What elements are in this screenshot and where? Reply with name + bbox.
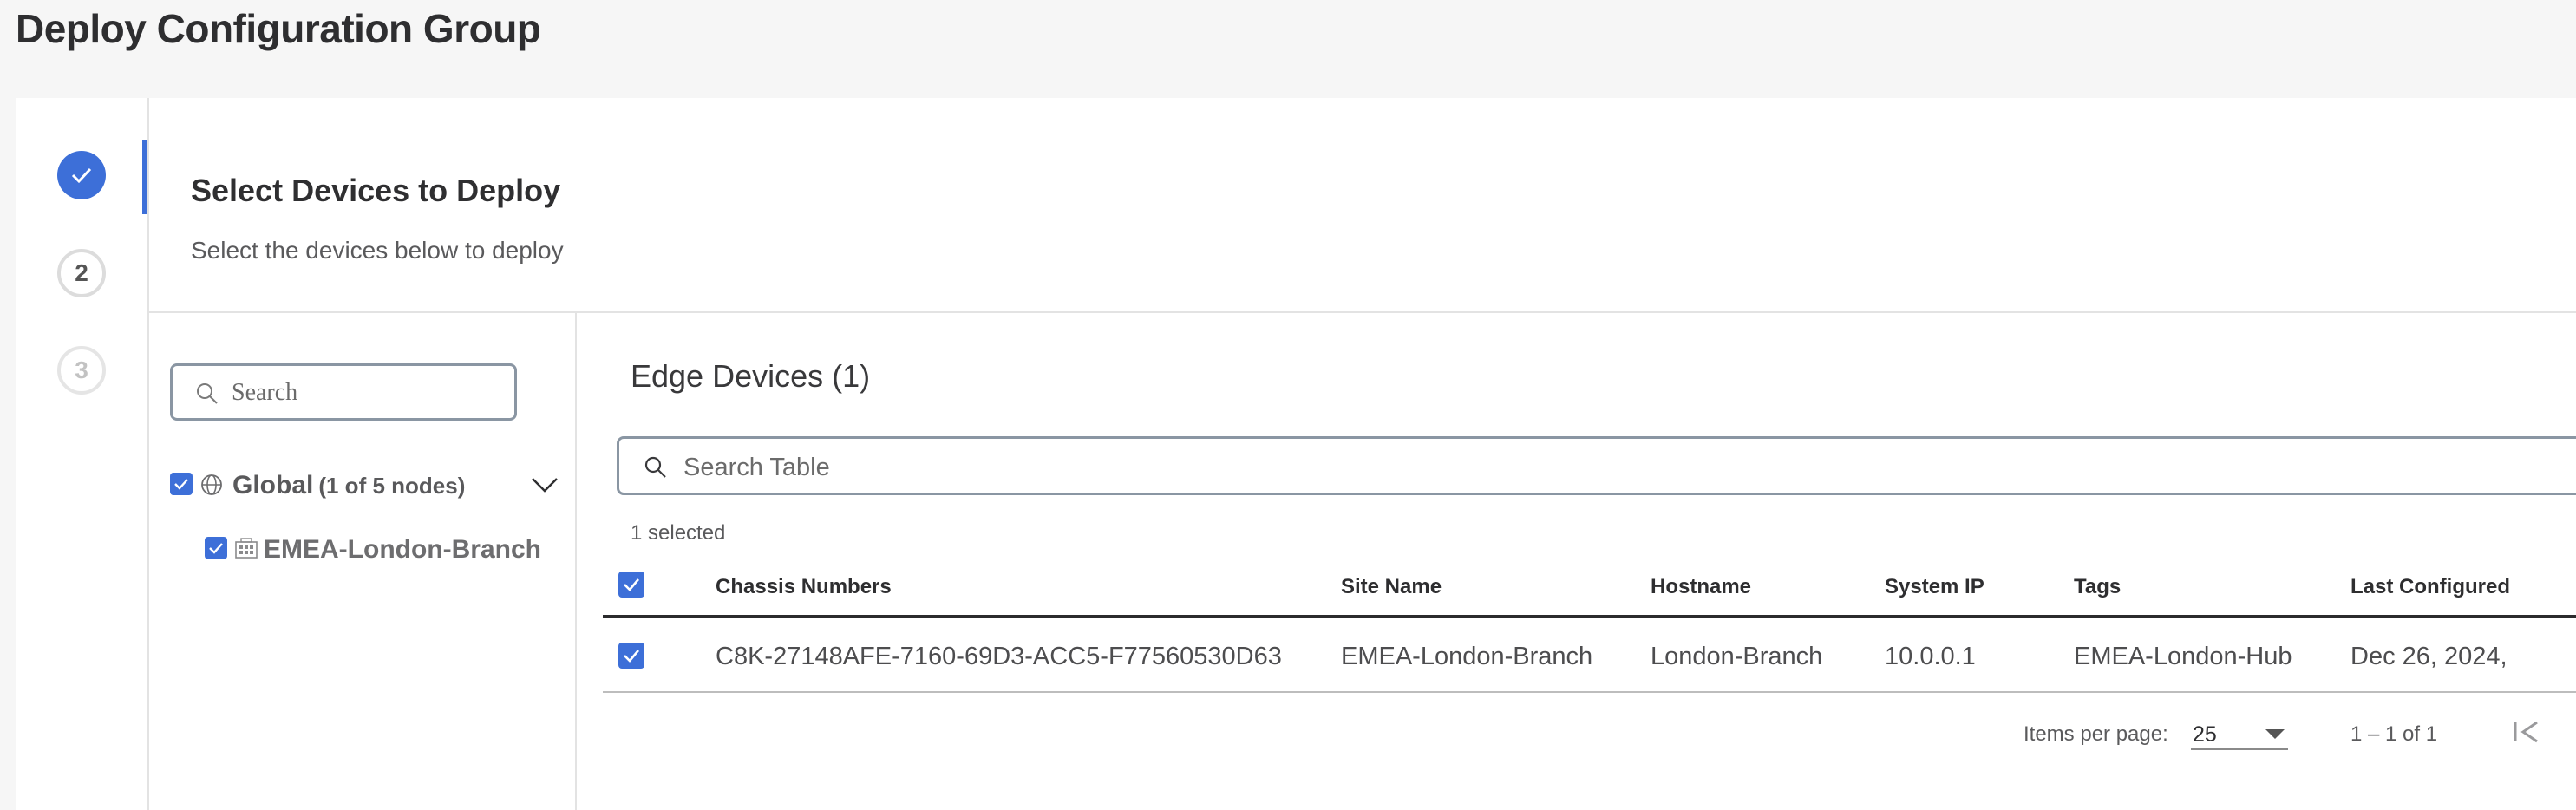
caret-down-icon	[2265, 729, 2285, 739]
check-icon	[624, 578, 639, 591]
check-icon	[209, 543, 223, 554]
site-tree-pane: Global(1 of 5 nodes) EMEA-Londo	[149, 313, 577, 810]
globe-icon	[201, 474, 222, 495]
cell-tags: EMEA-London-Hub	[2074, 643, 2292, 670]
step-3: 3	[57, 346, 106, 395]
column-header-system-ip[interactable]: System IP	[1885, 575, 1984, 599]
check-icon	[624, 650, 639, 663]
section-header: Select Devices to Deploy Select the devi…	[149, 98, 2576, 313]
step-2[interactable]: 2	[57, 249, 106, 297]
search-icon	[197, 383, 218, 404]
row-checkbox[interactable]	[618, 643, 644, 669]
pagination-bar: Items per page: 25 1 – 1 of 1	[577, 709, 2576, 761]
chevron-down-icon[interactable]	[531, 476, 559, 493]
column-header-hostname[interactable]: Hostname	[1651, 575, 1751, 599]
edge-devices-pane: Edge Devices (1) 1 selected Chassis Numb…	[577, 313, 2576, 810]
tree-global-count: (1 of 5 nodes)	[318, 473, 466, 499]
tree-node-global[interactable]: Global (1 of 5 nodes)	[170, 467, 560, 502]
cell-system-ip: 10.0.0.1	[1885, 643, 1976, 670]
table-row[interactable]: C8K-27148AFE-7160-69D3-ACC5-F77560530D63…	[603, 618, 2576, 693]
tree-branch-checkbox[interactable]	[205, 537, 227, 559]
items-per-page-select[interactable]: 25	[2191, 714, 2288, 750]
search-icon	[644, 456, 666, 478]
cell-hostname: London-Branch	[1651, 643, 1823, 670]
column-header-tags[interactable]: Tags	[2074, 575, 2121, 599]
cell-chassis: C8K-27148AFE-7160-69D3-ACC5-F77560530D63	[716, 643, 1282, 670]
page-title: Deploy Configuration Group	[16, 6, 541, 51]
table-header-row: Chassis Numbers Site Name Hostname Syste…	[603, 556, 2576, 618]
check-icon	[174, 479, 188, 490]
items-per-page-value: 25	[2193, 722, 2217, 747]
items-per-page-label: Items per page:	[2024, 722, 2168, 746]
first-page-icon[interactable]	[2511, 719, 2542, 745]
pagination-range: 1 – 1 of 1	[2350, 722, 2438, 746]
section-title: Select Devices to Deploy	[191, 173, 561, 208]
check-icon	[71, 167, 92, 184]
tree-global-label: Global	[232, 471, 314, 500]
tree-search-box[interactable]	[170, 363, 517, 421]
select-all-checkbox[interactable]	[618, 572, 644, 598]
active-step-indicator	[142, 140, 147, 214]
table-search-input[interactable]	[682, 449, 1466, 486]
column-header-chassis[interactable]: Chassis Numbers	[716, 575, 892, 599]
table-title: Edge Devices (1)	[631, 358, 871, 394]
cell-site-name: EMEA-London-Branch	[1341, 643, 1593, 670]
column-header-site-name[interactable]: Site Name	[1341, 575, 1442, 599]
building-icon	[235, 538, 258, 559]
section-subtitle: Select the devices below to deploy	[191, 237, 564, 264]
tree-branch-label: EMEA-London-Branch	[264, 535, 541, 564]
cell-last-configured: Dec 26, 2024,	[2350, 643, 2507, 670]
selected-count: 1 selected	[631, 521, 726, 545]
wizard-stepper: 2 3	[16, 98, 149, 810]
table-search-box[interactable]	[617, 436, 2576, 495]
tree-global-checkbox[interactable]	[170, 473, 193, 495]
column-header-last-configured[interactable]: Last Configured	[2350, 575, 2510, 599]
tree-node-emea-london-branch[interactable]: EMEA-London-Branch	[205, 532, 552, 566]
step-1-completed[interactable]	[57, 151, 106, 199]
tree-search-input[interactable]	[230, 375, 494, 411]
wizard-card: 2 3 Select Devices to Deploy Select the …	[16, 98, 2576, 810]
